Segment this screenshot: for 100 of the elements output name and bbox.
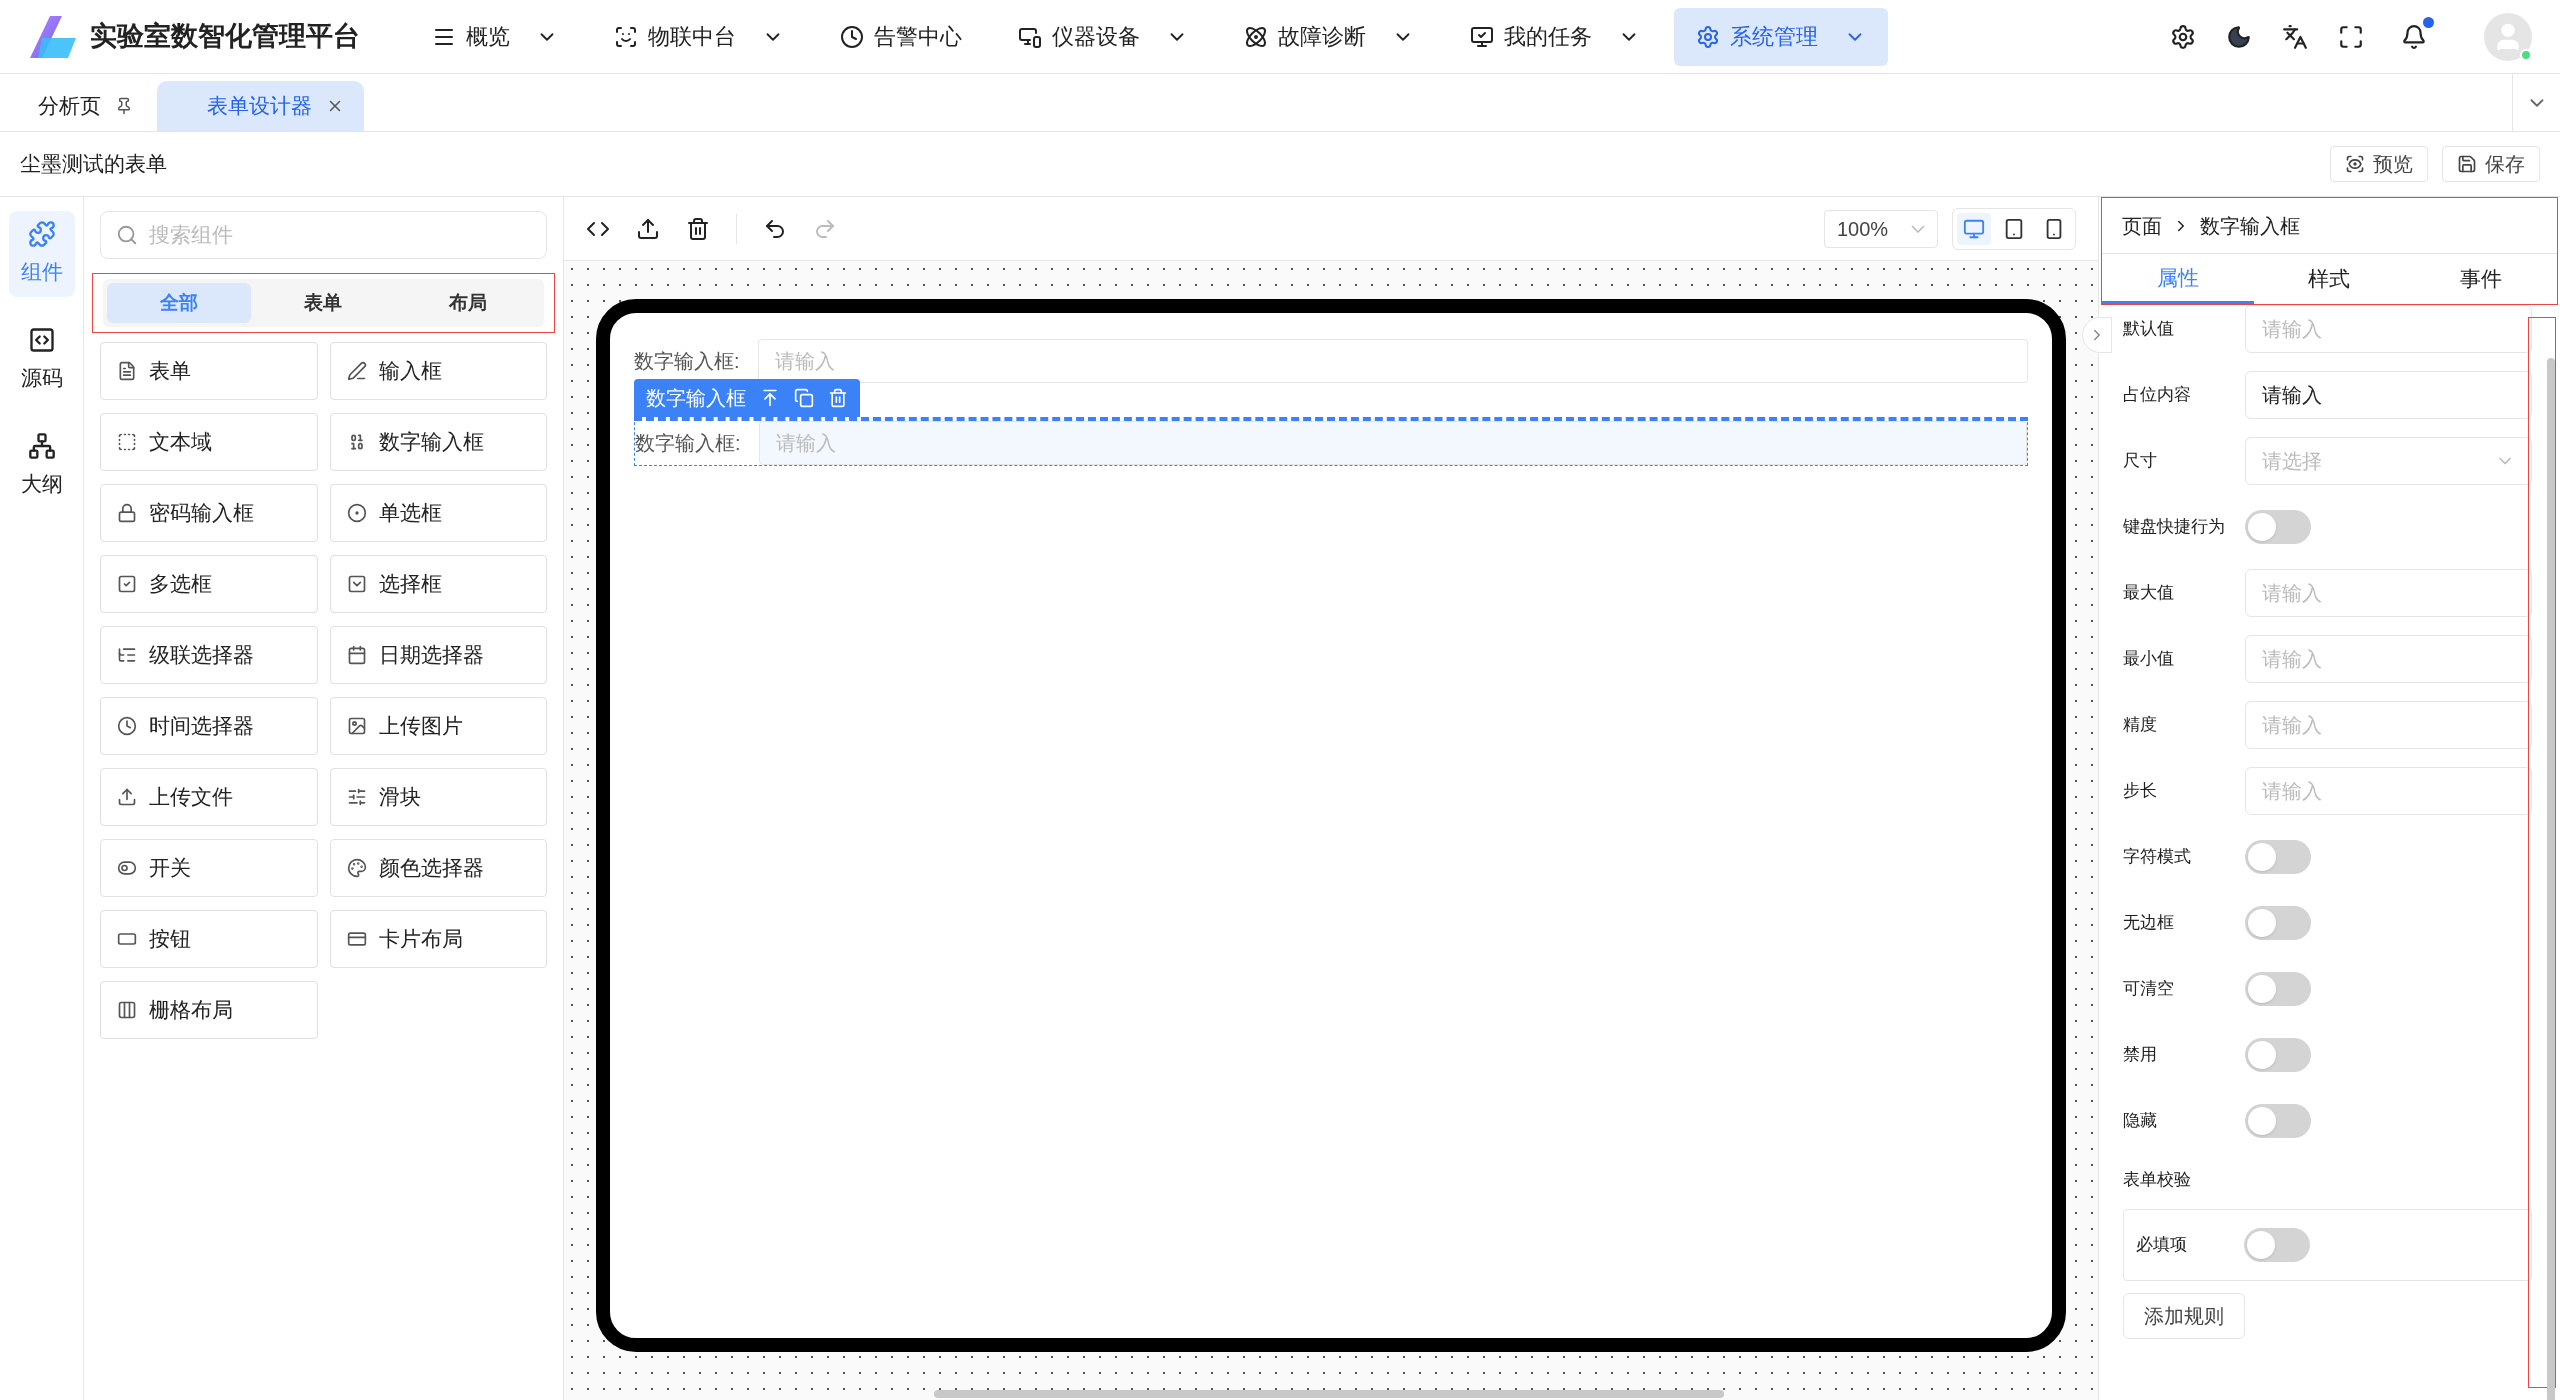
component-item[interactable]: 数字输入框 (329, 413, 547, 471)
save-icon (2457, 154, 2477, 174)
component-item[interactable]: 栅格布局 (100, 981, 318, 1039)
form-title: 尘墨测试的表单 (20, 151, 167, 178)
number-input-field[interactable]: 请输入 (758, 339, 2028, 383)
inspector-tab[interactable]: 事件 (2405, 254, 2557, 304)
property-label: 键盘快捷行为 (2123, 516, 2226, 539)
property-label: 默认值 (2123, 318, 2175, 341)
delete-icon[interactable] (686, 216, 710, 241)
property-input[interactable]: 请输入 (2245, 569, 2532, 617)
page-tab[interactable]: 表单设计器 (157, 81, 364, 131)
search-field[interactable]: 搜索组件 (100, 211, 547, 259)
side-rail-item[interactable]: 大纲 (8, 423, 75, 509)
field-label: 数字输入框: (634, 349, 741, 374)
side-rail-item[interactable]: 源码 (8, 317, 75, 403)
toggle-switch[interactable] (2245, 1104, 2311, 1138)
horizontal-scrollbar[interactable] (934, 1390, 1724, 1398)
component-item[interactable]: 颜色选择器 (329, 839, 547, 897)
number-input-field[interactable]: 请输入 (759, 421, 2027, 465)
component-item[interactable]: 文本域 (100, 413, 318, 471)
settings-icon[interactable] (2170, 23, 2196, 50)
checkbox-icon (117, 574, 137, 594)
nav-menu-item[interactable]: 告警中心 (818, 7, 984, 66)
palette-icon (346, 858, 367, 878)
nav-menu-item[interactable]: 仪器设备 (996, 7, 1210, 66)
pin-icon[interactable] (115, 97, 133, 115)
toggle-icon (117, 858, 137, 878)
component-item[interactable]: 按钮 (100, 910, 318, 968)
toolbar-button[interactable]: 预览 (2330, 146, 2428, 182)
clock-icon (840, 24, 864, 49)
component-item[interactable]: 时间选择器 (100, 697, 318, 755)
component-item[interactable]: 密码输入框 (100, 484, 318, 542)
puzzle-icon (27, 220, 56, 249)
dropdown-icon (346, 574, 367, 594)
component-item[interactable]: 级联选择器 (100, 626, 318, 684)
component-item[interactable]: 选择框 (329, 555, 547, 613)
inspector-tab[interactable]: 样式 (2253, 254, 2406, 304)
page-tab[interactable]: 分析页 (20, 81, 151, 131)
radio-icon (346, 503, 367, 523)
copy-icon[interactable] (794, 388, 814, 408)
component-item[interactable]: 上传文件 (100, 768, 318, 826)
component-item[interactable]: 多选框 (100, 555, 318, 613)
toolbar-button[interactable]: 保存 (2442, 146, 2540, 182)
property-input[interactable]: 请输入 (2245, 767, 2532, 815)
scan-icon (614, 24, 638, 49)
property-label: 占位内容 (2123, 384, 2192, 407)
component-item[interactable]: 输入框 (329, 342, 547, 400)
nav-menu-item[interactable]: 我的任务 (1448, 7, 1662, 66)
toggle-switch[interactable] (2245, 972, 2311, 1006)
add-rule-button[interactable]: 添加规则 (2123, 1292, 2245, 1339)
nav-menu-item[interactable]: 物联中台 (592, 7, 806, 66)
monitor-check-icon (1470, 24, 1494, 49)
moon-icon[interactable] (2226, 23, 2252, 50)
nav-menu-item[interactable]: 故障诊断 (1222, 7, 1436, 66)
toggle-switch[interactable] (2245, 906, 2311, 940)
calendar-icon (346, 645, 367, 665)
zoom-select[interactable]: 100% (1824, 209, 1938, 248)
property-label: 最大值 (2123, 582, 2175, 605)
component-item[interactable]: 单选框 (329, 484, 547, 542)
breadcrumb-item[interactable]: 页面 (2122, 210, 2162, 241)
translate-icon[interactable] (2282, 23, 2308, 50)
desktop-icon (1963, 217, 1985, 240)
property-label: 必填项 (2136, 1233, 2188, 1256)
app-title: 实验室数智化管理平台 (90, 20, 360, 54)
toggle-switch[interactable] (2245, 840, 2311, 874)
pen-icon (346, 361, 367, 381)
component-item[interactable]: 表单 (100, 342, 318, 400)
property-label: 尺寸 (2123, 450, 2158, 473)
move-top-icon[interactable] (760, 388, 780, 408)
field-label: 数字输入框: (635, 431, 742, 456)
component-item[interactable]: 卡片布局 (329, 910, 547, 968)
upload-icon[interactable] (636, 216, 660, 241)
segment-tab[interactable]: 布局 (395, 283, 540, 323)
component-item[interactable]: 滑块 (329, 768, 547, 826)
form-icon (117, 361, 137, 381)
toggle-switch[interactable] (2244, 1227, 2310, 1262)
toggle-switch[interactable] (2245, 1038, 2311, 1072)
component-item[interactable]: 日期选择器 (329, 626, 547, 684)
toggle-switch[interactable] (2245, 510, 2311, 544)
fullscreen-icon[interactable] (2338, 23, 2364, 50)
chevron-down-icon (1911, 224, 1925, 233)
component-item[interactable]: 上传图片 (329, 697, 547, 755)
component-item[interactable]: 开关 (100, 839, 318, 897)
property-input[interactable]: 请输入 (2245, 371, 2532, 419)
property-label: 无边框 (2123, 912, 2175, 935)
inspector-tab[interactable]: 属性 (2102, 254, 2254, 304)
eye-icon (2345, 154, 2365, 174)
nav-menu-item[interactable]: 系统管理 (1674, 7, 1888, 66)
settings-icon (1696, 24, 1720, 49)
text-frame-icon (117, 432, 137, 452)
upload-icon (117, 787, 137, 807)
property-label: 字符模式 (2123, 846, 2192, 869)
property-input[interactable]: 请输入 (2245, 305, 2532, 353)
desktop-view-button[interactable] (1957, 212, 1991, 245)
nav-menu-item[interactable]: 概览 (410, 7, 580, 66)
clock-icon (117, 716, 137, 736)
property-input[interactable]: 请输入 (2245, 701, 2532, 749)
bell-icon (2401, 23, 2427, 50)
segment-tab[interactable]: 表单 (251, 283, 396, 323)
property-input[interactable]: 请输入 (2245, 635, 2532, 683)
